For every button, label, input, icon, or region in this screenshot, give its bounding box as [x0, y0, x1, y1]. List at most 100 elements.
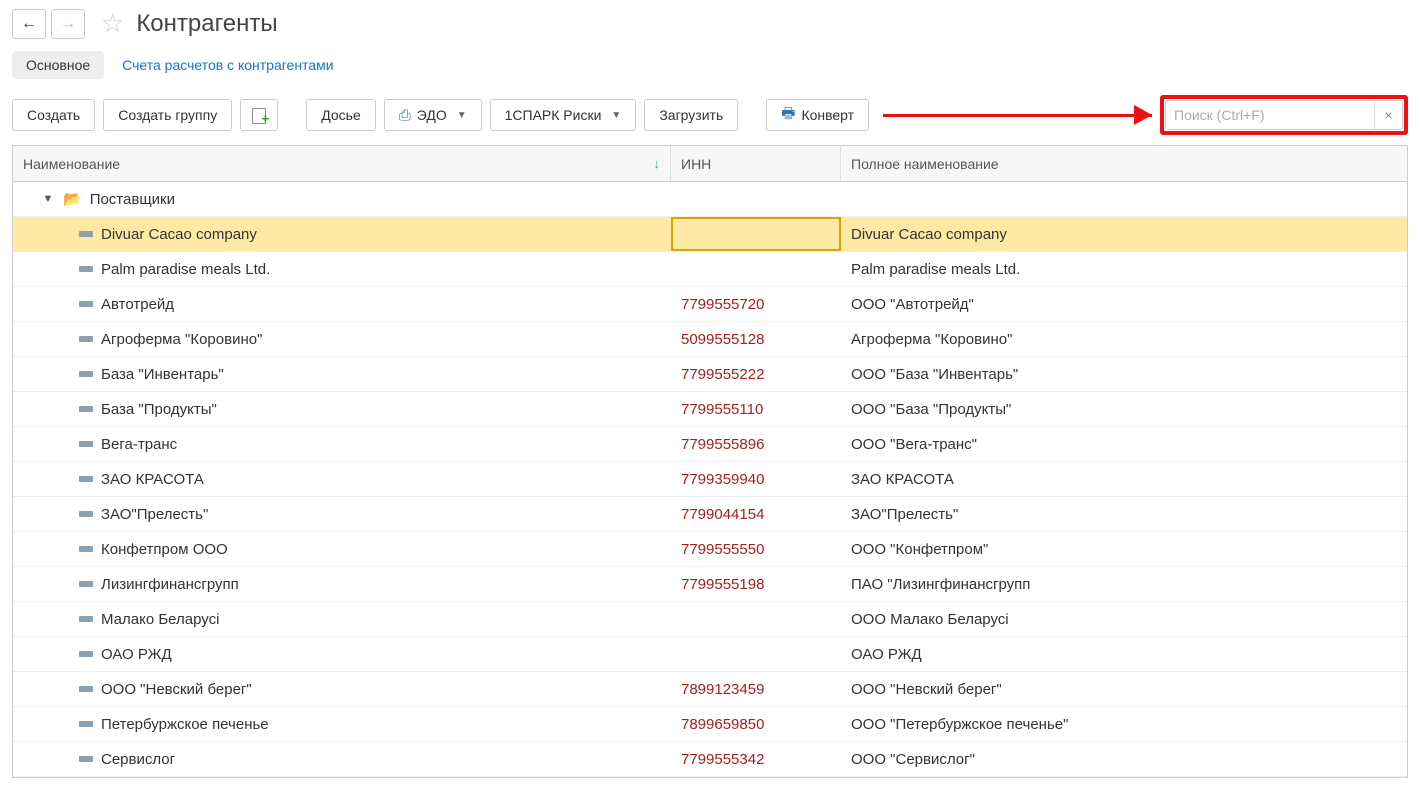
table-row[interactable]: Вега-транс 7799555896 ООО "Вега-транс"	[13, 427, 1407, 462]
item-icon	[79, 406, 93, 412]
row-name: Palm paradise meals Ltd.	[101, 261, 270, 278]
create-group-button[interactable]: Создать группу	[103, 99, 232, 131]
row-inn: 7799359940	[681, 471, 764, 488]
item-icon	[79, 511, 93, 517]
item-icon	[79, 301, 93, 307]
row-fullname: ЗАО КРАСОТА	[851, 471, 954, 488]
row-inn: 7799555896	[681, 436, 764, 453]
column-header-fullname[interactable]: Полное наименование	[841, 146, 1407, 181]
table-row[interactable]: Palm paradise meals Ltd. Palm paradise me…	[13, 252, 1407, 287]
table-row[interactable]: Малако БеларусіООО Малако Беларусі	[13, 602, 1407, 637]
column-header-name[interactable]: Наименование ↓	[13, 146, 671, 181]
create-button[interactable]: Создать	[12, 99, 95, 131]
row-fullname: ООО "Петербуржское печенье"	[851, 716, 1068, 733]
row-name: Лизингфинансгрупп	[101, 576, 239, 593]
group-row[interactable]: ▼ 📂 Поставщики	[13, 182, 1407, 217]
edo-button[interactable]: ⎙ ЭДО ▼	[384, 99, 482, 131]
edo-label: ЭДО	[417, 107, 447, 123]
row-fullname: ООО "Автотрейд"	[851, 296, 974, 313]
load-button[interactable]: Загрузить	[644, 99, 738, 131]
table-row[interactable]: Сервислог7799555342ООО "Сервислог"	[13, 742, 1407, 777]
row-name: Петербуржское печенье	[101, 716, 269, 733]
row-name: Конфетпром ООО	[101, 541, 228, 558]
row-inn: 5099555128	[681, 331, 764, 348]
item-icon	[79, 686, 93, 692]
table-row[interactable]: Divuar Cacao company Divuar Cacao company	[13, 217, 1407, 252]
convert-button[interactable]: 🖶 Конверт	[766, 99, 869, 131]
row-name: ЗАО"Прелесть"	[101, 506, 208, 523]
row-fullname: ОАО РЖД	[851, 646, 922, 663]
page-title: Контрагенты	[136, 10, 277, 38]
item-icon	[79, 266, 93, 272]
chevron-down-icon: ▼	[457, 110, 467, 121]
table-row[interactable]: Петербуржское печенье 7899659850 ООО "Пете…	[13, 707, 1407, 742]
row-fullname: Агроферма "Коровино"	[851, 331, 1012, 348]
row-inn: 7899123459	[681, 681, 764, 698]
row-name: Агроферма "Коровино"	[101, 331, 262, 348]
row-fullname: ООО "База "Продукты"	[851, 401, 1011, 418]
search-input[interactable]	[1166, 101, 1374, 129]
row-inn: 7799555222	[681, 366, 764, 383]
document-plus-icon	[251, 107, 267, 123]
tab-main[interactable]: Основное	[12, 51, 104, 79]
row-name: Divuar Cacao company	[101, 226, 257, 243]
row-fullname: ООО "Невский берег"	[851, 681, 1002, 698]
table-row[interactable]: ООО "Невский берег" 7899123459 ООО "Невски…	[13, 672, 1407, 707]
item-icon	[79, 476, 93, 482]
row-name: Сервислог	[101, 751, 175, 768]
row-fullname: ООО "Вега-транс"	[851, 436, 977, 453]
row-inn: 7799555720	[681, 296, 764, 313]
row-name: Вега-транс	[101, 436, 177, 453]
row-fullname: Palm paradise meals Ltd.	[851, 261, 1020, 278]
group-label: Поставщики	[90, 191, 175, 208]
counterparties-table: Наименование ↓ ИНН Полное наименование ▼…	[12, 145, 1408, 778]
row-name: Малако Беларусі	[101, 611, 219, 628]
sort-asc-icon: ↓	[654, 156, 661, 171]
column-header-inn[interactable]: ИНН	[671, 146, 841, 181]
spark-risks-button[interactable]: 1СПАРК Риски ▼	[490, 99, 637, 131]
nav-forward-button[interactable]: →	[51, 9, 85, 39]
row-inn: 7799555198	[681, 576, 764, 593]
printer-icon: 🖶	[781, 103, 795, 128]
row-name: База "Продукты"	[101, 401, 217, 418]
item-icon	[79, 231, 93, 237]
item-icon	[79, 756, 93, 762]
nav-back-button[interactable]: ←	[12, 9, 46, 39]
row-fullname: ООО "Сервислог"	[851, 751, 975, 768]
expand-toggle-icon[interactable]: ▼	[41, 193, 55, 205]
table-row[interactable]: База "Продукты" 7799555110 ООО "База "Прод…	[13, 392, 1407, 427]
annotation-arrow	[877, 99, 1148, 131]
row-inn: 7799555110	[681, 401, 763, 418]
row-name: Автотрейд	[101, 296, 174, 313]
table-row[interactable]: Автотрейд 7799555720 ООО "Автотрейд"	[13, 287, 1407, 322]
table-row[interactable]: Конфетпром ООО 7799555550 ООО "Конфетпром"	[13, 532, 1407, 567]
table-row[interactable]: Агроферма "Коровино" 5099555128 Агроферма …	[13, 322, 1407, 357]
favorite-star-icon[interactable]: ☆	[101, 8, 124, 39]
clear-search-button[interactable]: ×	[1374, 101, 1402, 129]
table-row[interactable]: ЗАО КРАСОТА7799359940ЗАО КРАСОТА	[13, 462, 1407, 497]
item-icon	[79, 336, 93, 342]
item-icon	[79, 616, 93, 622]
item-icon	[79, 581, 93, 587]
tab-accounts-link[interactable]: Счета расчетов с контрагентами	[122, 51, 333, 79]
row-name: ООО "Невский берег"	[101, 681, 252, 698]
row-inn: 7799555550	[681, 541, 764, 558]
row-inn: 7799044154	[681, 506, 764, 523]
row-inn: 7899659850	[681, 716, 764, 733]
item-icon	[79, 651, 93, 657]
table-row[interactable]: ОАО РЖДОАО РЖД	[13, 637, 1407, 672]
edo-icon: ⎙	[399, 107, 411, 124]
item-icon	[79, 546, 93, 552]
row-fullname: Divuar Cacao company	[851, 226, 1007, 243]
column-name-label: Наименование	[23, 156, 120, 172]
item-icon	[79, 441, 93, 447]
table-row[interactable]: Лизингфинансгрупп7799555198ПАО "Лизингфи…	[13, 567, 1407, 602]
table-row[interactable]: База "Инвентарь"7799555222ООО "База "Инв…	[13, 357, 1407, 392]
create-from-template-button[interactable]	[240, 99, 278, 131]
folder-icon: 📂	[63, 190, 82, 208]
row-fullname: ЗАО"Прелесть"	[851, 506, 958, 523]
row-name: База "Инвентарь"	[101, 366, 224, 383]
row-fullname: ООО "Конфетпром"	[851, 541, 988, 558]
table-row[interactable]: ЗАО"Прелесть" 7799044154 ЗАО"Прелесть"	[13, 497, 1407, 532]
dossier-button[interactable]: Досье	[306, 99, 376, 131]
